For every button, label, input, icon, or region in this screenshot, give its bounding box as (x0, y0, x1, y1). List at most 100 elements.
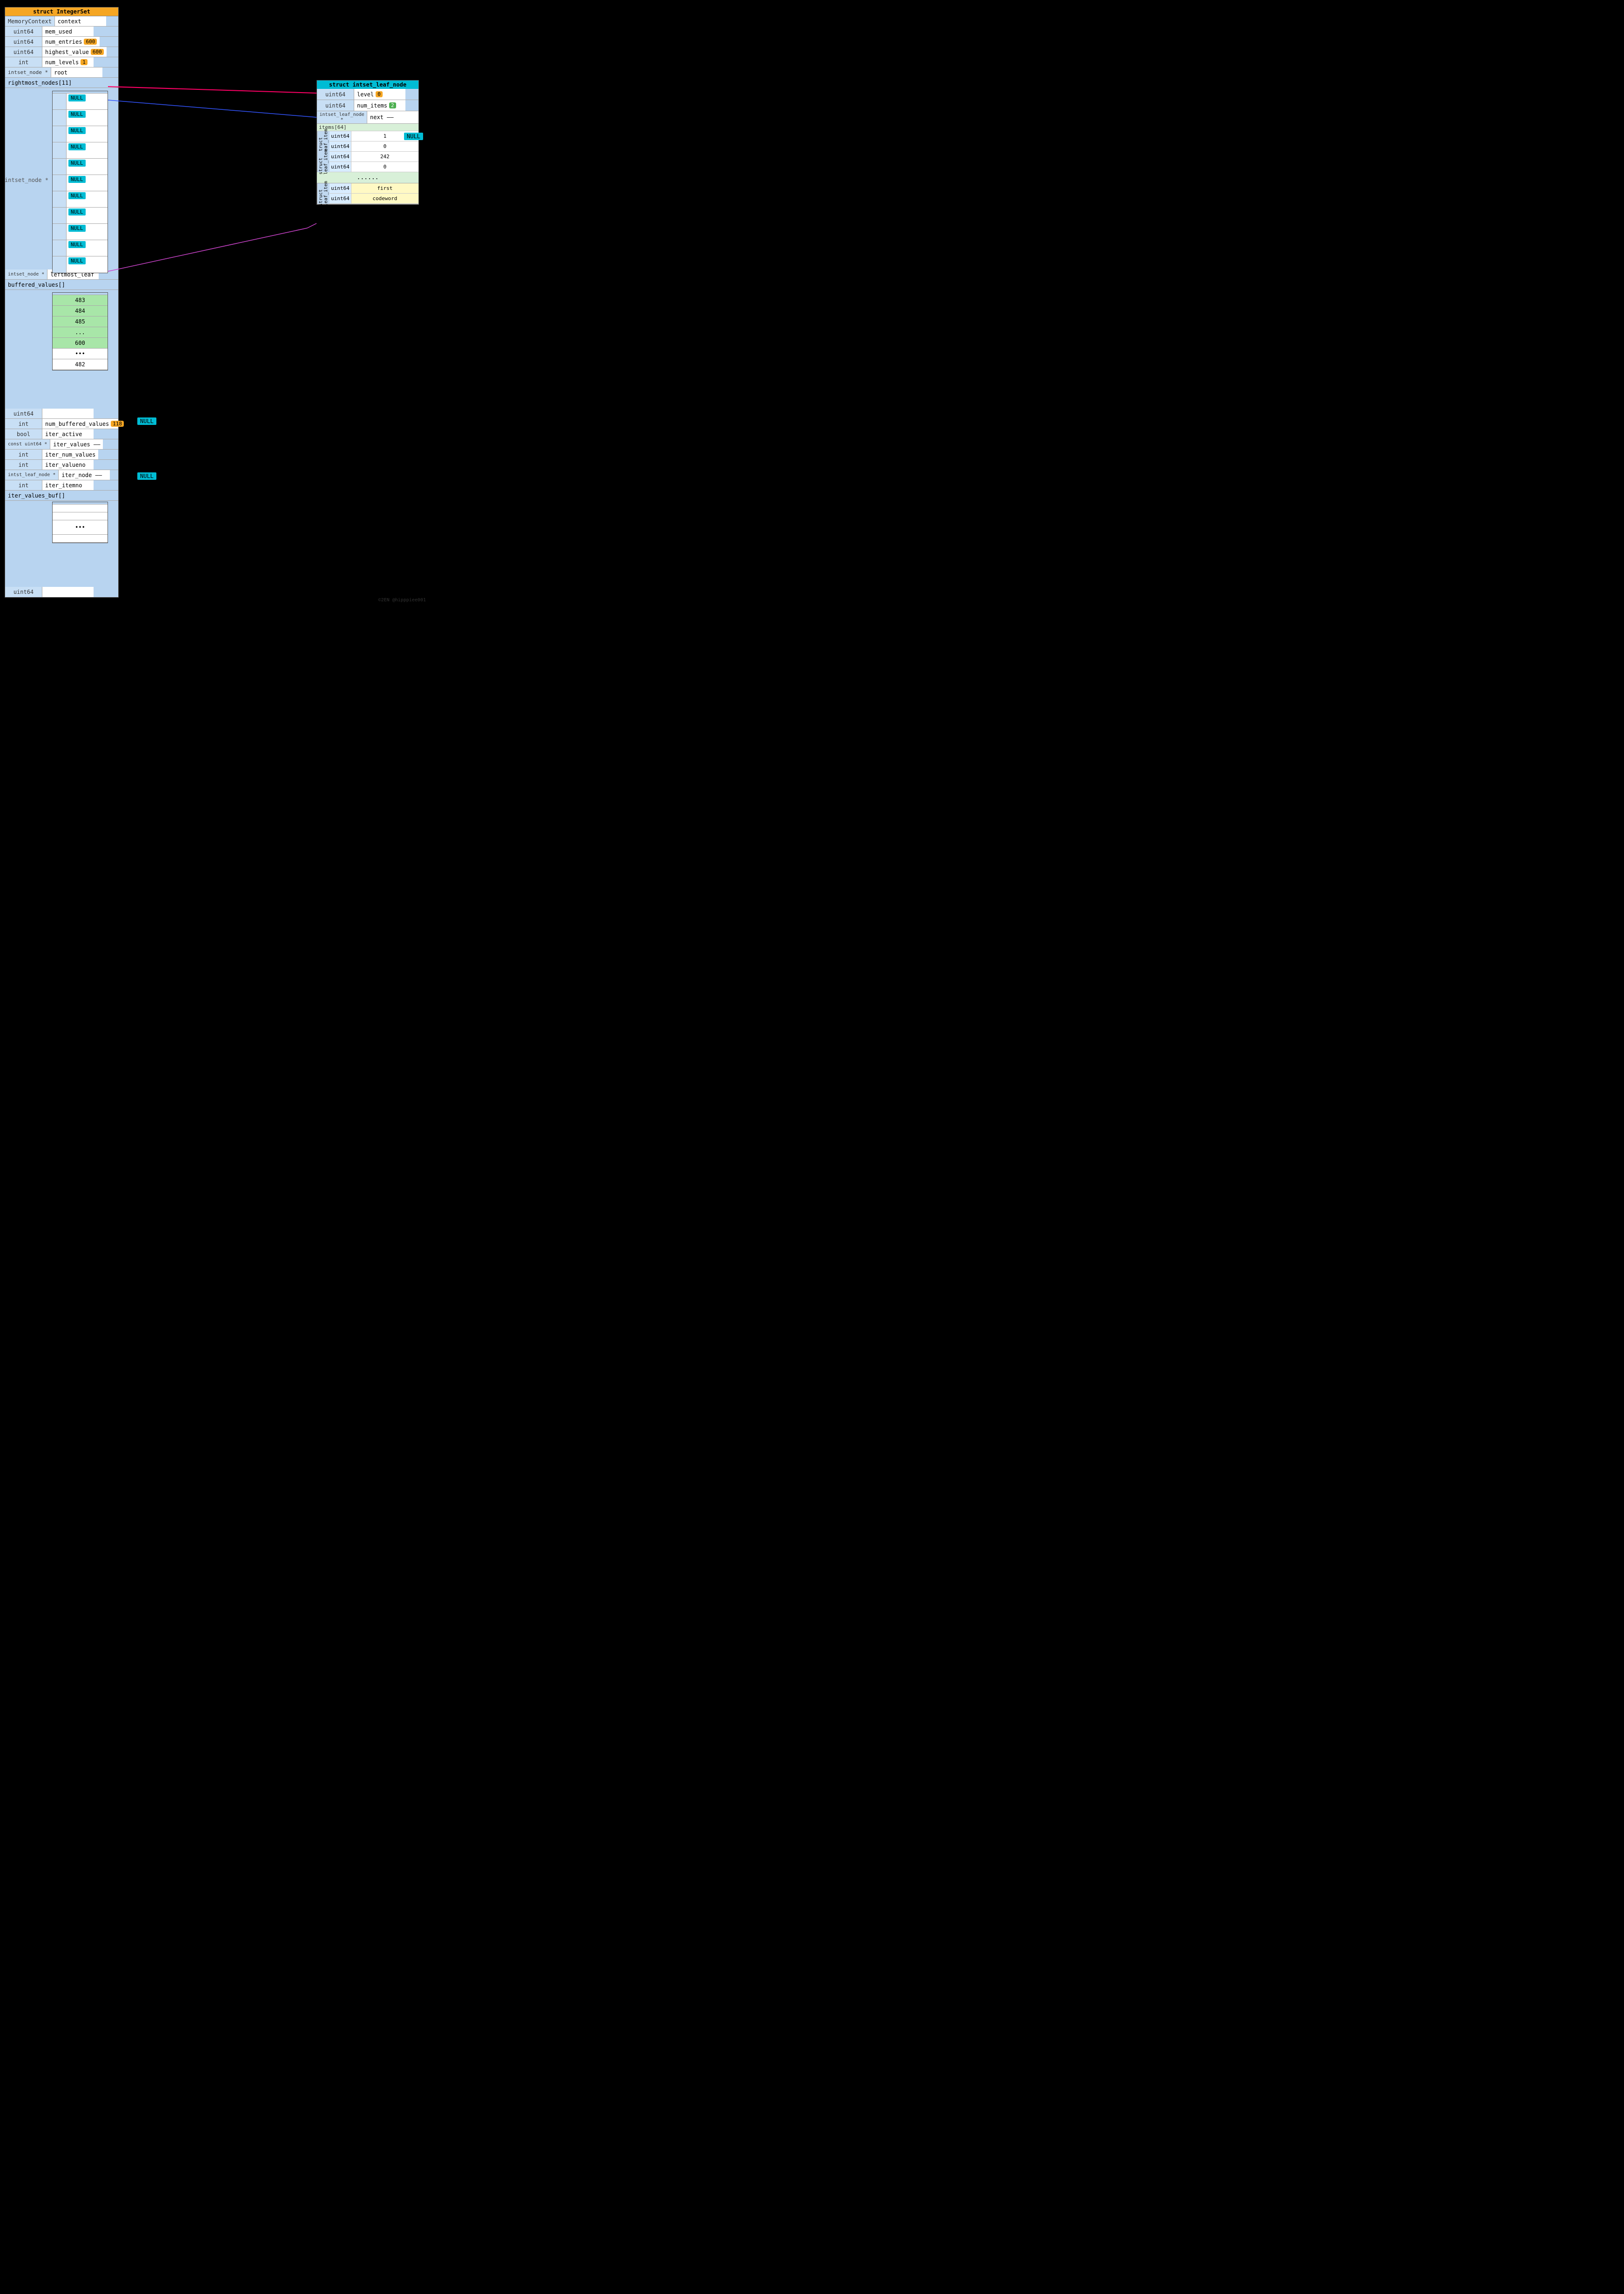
bv-row-485: 485 (53, 316, 108, 327)
items-last-data-col: uint64 first uint64 codeword (330, 183, 418, 204)
leaf-type-next: intset_leaf_node * (317, 111, 367, 123)
name-num-buffered: num_buffered_values 118 (42, 419, 118, 429)
rn-right-3: NULL (67, 142, 108, 158)
row-iter-itemno: int iter_itemno (5, 480, 118, 491)
name-highest-value: highest_value 600 (42, 47, 107, 57)
row-mem-used: uint64 mem_used (5, 27, 118, 37)
leaf-name-num-items: num_items 2 (354, 100, 405, 111)
items-section: items[64] struct leaf_item struct leaf_i… (317, 124, 418, 204)
rn-left-0 (53, 94, 67, 109)
type-iter-node: intst_leaf_node * (5, 470, 59, 480)
row-root: intset_node * root (5, 67, 118, 78)
name-num-levels: num_levels 1 (42, 57, 94, 67)
null-iter-node: NULL (137, 472, 156, 480)
type-iter-valueno: int (5, 460, 42, 470)
items-val-2a: 242 (351, 152, 418, 161)
bv-row-483: 483 (53, 295, 108, 306)
badge-num-entries: 600 (84, 39, 97, 45)
row-num-levels: int num_levels 1 (5, 57, 118, 67)
name-iter-num-values: iter_num_values (42, 450, 98, 459)
name-rightmost-header: rightmost_nodes[11] (5, 78, 98, 87)
type-bv: uint64 (5, 409, 42, 418)
main-struct-title: struct IntegerSet (5, 7, 118, 16)
rn-left-2 (53, 126, 67, 142)
type-num-buffered: int (5, 419, 42, 429)
name-buffered-header: buffered_values[] (5, 280, 98, 289)
items-row-1b: uint64 0 (330, 141, 418, 152)
rn-left-7 (53, 208, 67, 223)
rn-row-6: NULL (53, 191, 108, 208)
items-row-last-b: uint64 codeword (330, 194, 418, 204)
label-leaf-item-2: struct leaf_item (317, 152, 330, 172)
items-dots: ...... (317, 172, 418, 183)
type-num-levels: int (5, 57, 42, 67)
type-ivb: uint64 (5, 587, 42, 597)
row-ivb-header: iter_values_buf[] (5, 491, 118, 501)
items-inner: struct leaf_item struct leaf_item uint64… (317, 131, 418, 172)
row-num-entries: uint64 num_entries 600 (5, 37, 118, 47)
type-highest-value: uint64 (5, 47, 42, 57)
leaf-title: struct intset_leaf_node (317, 81, 418, 89)
items-val-2b: 0 (351, 162, 418, 172)
ivb-row-2 (53, 512, 108, 520)
rn-row-0: NULL (53, 94, 108, 110)
rn-row-4: NULL (53, 159, 108, 175)
row-iter-node: intst_leaf_node * iter_node —— (5, 470, 118, 480)
items-last-label-col: struct leaf_item (317, 183, 330, 204)
name-root: root (51, 67, 102, 77)
rn-row-5: NULL (53, 175, 108, 191)
rn-right-8: NULL (67, 224, 108, 240)
ivb-row-3 (53, 535, 108, 543)
items-type-last-a: uint64 (330, 183, 351, 193)
rn-row-8: NULL (53, 224, 108, 240)
row-context: MemoryContext context (5, 16, 118, 27)
null-iter-values: NULL (137, 417, 156, 425)
rn-right-10: NULL (67, 256, 108, 273)
name-iter-values: iter_values —— (50, 439, 103, 449)
items-type-2b: uint64 (330, 162, 351, 172)
name-iter-valueno: iter_valueno (42, 460, 94, 470)
rn-right-4: NULL (67, 159, 108, 175)
buffered-values-array: 483 484 485 ... 600 ••• 482 (52, 292, 108, 370)
items-val-last-a: first (351, 183, 418, 193)
ivb-row-dots: ••• (53, 520, 108, 535)
rn-right-2: NULL (67, 126, 108, 142)
rightmost-nodes-array: NULL NULL NULL NULL NULL NULL NULL NULL … (52, 91, 108, 273)
rn-right-0: NULL (67, 94, 108, 109)
leaf-name-level: level 0 (354, 89, 405, 100)
type-leftmost-leaf: intset_node * (5, 269, 47, 279)
rn-right-5: NULL (67, 175, 108, 191)
rn-left-6 (53, 191, 67, 207)
items-header: items[64] (317, 124, 418, 131)
badge-highest-value: 600 (91, 49, 104, 55)
row-iter-values: const uint64 * iter_values —— (5, 439, 118, 450)
watermark: ©2EN @hipppiee001 (378, 598, 426, 603)
rn-left-5 (53, 175, 67, 191)
type-mem-used: uint64 (5, 27, 42, 36)
leaf-type-level: uint64 (317, 89, 354, 100)
type-num-entries: uint64 (5, 37, 42, 47)
intset-node-side-label: intset_node * (5, 177, 48, 183)
name-bv (42, 409, 94, 418)
items-row-2b: uint64 0 (330, 162, 418, 172)
items-label-col: struct leaf_item struct leaf_item (317, 131, 330, 172)
leaf-row-num-items: uint64 num_items 2 (317, 100, 418, 111)
row-buffered-header: buffered_values[] (5, 280, 118, 290)
rn-row-3: NULL (53, 142, 108, 159)
name-num-entries: num_entries 600 (42, 37, 100, 47)
rn-right-1: NULL (67, 110, 108, 126)
rn-left-9 (53, 240, 67, 256)
rn-left-8 (53, 224, 67, 240)
name-iter-active: iter_active (42, 429, 94, 439)
items-last-group: struct leaf_item uint64 first uint64 cod… (317, 183, 418, 204)
label-leaf-item-last: struct leaf_item (317, 183, 330, 204)
iter-values-buf-array: ••• (52, 502, 108, 543)
rn-left-10 (53, 256, 67, 273)
rn-row-10: NULL (53, 256, 108, 273)
leaf-row-level: uint64 level 0 (317, 89, 418, 100)
rn-right-7: NULL (67, 208, 108, 223)
badge-level: 0 (376, 91, 383, 97)
rn-right-9: NULL (67, 240, 108, 256)
rn-right-6: NULL (67, 191, 108, 207)
type-root: intset_node * (5, 67, 51, 77)
